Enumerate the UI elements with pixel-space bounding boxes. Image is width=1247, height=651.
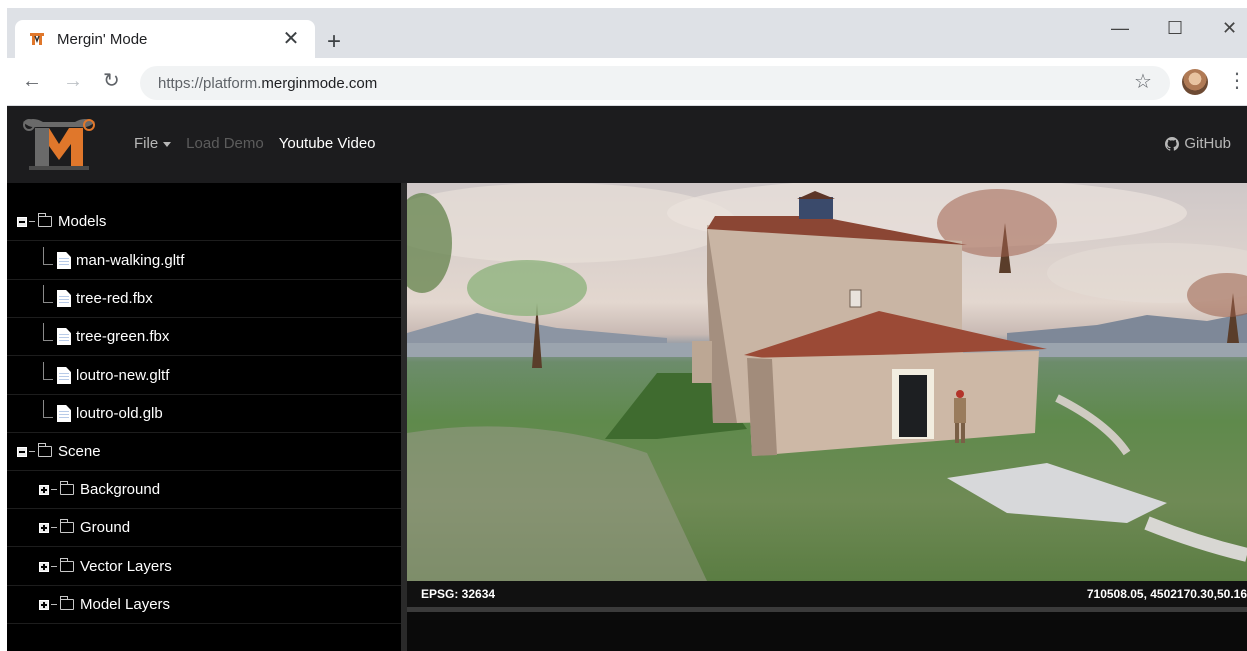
folder-icon — [60, 558, 74, 572]
tree-group-label: Background — [80, 481, 161, 498]
tree-file-label: loutro-new.gltf — [76, 367, 170, 384]
expand-icon[interactable] — [39, 599, 49, 610]
app-header: File Load Demo Youtube Video GitHub — [7, 106, 1247, 183]
bottom-panel — [407, 612, 1247, 651]
tree-node-label: Models — [58, 213, 107, 230]
expand-icon[interactable] — [39, 561, 49, 572]
github-icon — [1165, 136, 1180, 151]
tree-node-models[interactable]: Models — [7, 203, 401, 241]
forward-icon[interactable]: → — [63, 70, 83, 92]
new-tab-icon[interactable]: + — [327, 30, 341, 54]
status-bar: EPSG: 32634 710508.05, 4502170.30,50.16 — [407, 581, 1247, 607]
tree-file-label: loutro-old.glb — [76, 405, 163, 422]
tree-file-row[interactable]: tree-green.fbx — [7, 318, 401, 356]
tree-group-ground[interactable]: Ground — [7, 509, 401, 547]
tree-node-scene[interactable]: Scene — [7, 433, 401, 471]
tree-connector — [29, 221, 35, 222]
merginmode-logo-icon[interactable] — [19, 114, 99, 176]
url-scheme: https://platform. — [158, 74, 262, 92]
profile-avatar[interactable] — [1182, 69, 1208, 95]
file-icon — [57, 328, 71, 345]
scene-tree-panel: Models man-walking.gltf tree-red.fbx tre… — [7, 183, 401, 651]
browser-tab[interactable]: Mergin' Mode ✕ — [15, 20, 315, 58]
tree-node-label: Scene — [58, 443, 101, 460]
tree-file-row[interactable]: man-walking.gltf — [7, 242, 401, 280]
folder-icon — [38, 213, 52, 227]
tree-group-label: Vector Layers — [80, 558, 172, 575]
caret-down-icon — [163, 142, 172, 147]
tree-group-model-layers[interactable]: Model Layers — [7, 586, 401, 624]
maximize-icon[interactable]: ☐ — [1167, 18, 1183, 38]
load-demo-link[interactable]: Load Demo — [186, 135, 264, 152]
file-icon — [57, 290, 71, 307]
coordinate-readout: 710508.05, 4502170.30,50.16 — [1086, 587, 1247, 601]
tree-file-label: tree-red.fbx — [76, 290, 153, 307]
file-menu-label: File — [134, 135, 159, 152]
folder-icon — [38, 443, 52, 457]
tree-connector — [29, 451, 35, 452]
browser-toolbar: ← → ↻ https://platform. merginmode.com ☆ … — [7, 58, 1247, 106]
3d-viewport[interactable] — [407, 183, 1247, 581]
file-menu[interactable]: File — [134, 135, 172, 152]
tab-close-icon[interactable]: ✕ — [281, 29, 301, 49]
merginmode-favicon-icon — [30, 33, 44, 45]
minimize-icon[interactable]: — — [1111, 18, 1129, 38]
tree-connector — [51, 566, 57, 567]
tree-connector — [43, 284, 53, 303]
tree-connector — [51, 604, 57, 605]
expand-icon[interactable] — [39, 484, 49, 495]
tree-connector — [43, 399, 53, 418]
file-icon — [57, 252, 71, 269]
tree-file-row[interactable]: loutro-new.gltf — [7, 357, 401, 395]
collapse-icon[interactable] — [17, 446, 27, 457]
back-icon[interactable]: ← — [22, 70, 42, 92]
tree-group-label: Model Layers — [80, 596, 171, 613]
collapse-icon[interactable] — [17, 216, 27, 227]
tree-connector — [51, 489, 57, 490]
main-menu: File Load Demo Youtube Video — [134, 135, 376, 152]
tree-connector — [43, 246, 53, 265]
address-bar[interactable]: https://platform. merginmode.com — [140, 66, 1170, 100]
close-window-icon[interactable]: ✕ — [1222, 18, 1237, 38]
3d-scene-render — [407, 183, 1247, 581]
epsg-readout: EPSG: 32634 — [421, 587, 496, 601]
tree-connector — [51, 527, 57, 528]
tree-group-background[interactable]: Background — [7, 471, 401, 509]
youtube-video-link[interactable]: Youtube Video — [279, 135, 376, 152]
tab-title: Mergin' Mode — [57, 30, 148, 48]
reload-icon[interactable]: ↻ — [103, 70, 120, 92]
tree-connector — [43, 361, 53, 380]
github-label: GitHub — [1184, 135, 1231, 152]
expand-icon[interactable] — [39, 522, 49, 533]
tree-group-vector-layers[interactable]: Vector Layers — [7, 548, 401, 586]
browser-menu-icon[interactable]: ⋮ — [1227, 70, 1247, 92]
bookmark-star-icon[interactable]: ☆ — [1134, 71, 1152, 93]
tree-file-label: tree-green.fbx — [76, 328, 170, 345]
url-host: merginmode.com — [261, 74, 378, 92]
tree-connector — [43, 322, 53, 341]
tree-file-row[interactable]: loutro-old.glb — [7, 395, 401, 433]
github-link[interactable]: GitHub — [1165, 135, 1231, 152]
browser-tab-strip: Mergin' Mode ✕ + — ☐ ✕ — [7, 8, 1247, 58]
folder-icon — [60, 481, 74, 495]
tree-file-row[interactable]: tree-red.fbx — [7, 280, 401, 318]
file-icon — [57, 405, 71, 422]
file-icon — [57, 367, 71, 384]
folder-icon — [60, 596, 74, 610]
tree-file-label: man-walking.gltf — [76, 252, 185, 269]
tree-group-label: Ground — [80, 519, 131, 536]
folder-icon — [60, 519, 74, 533]
